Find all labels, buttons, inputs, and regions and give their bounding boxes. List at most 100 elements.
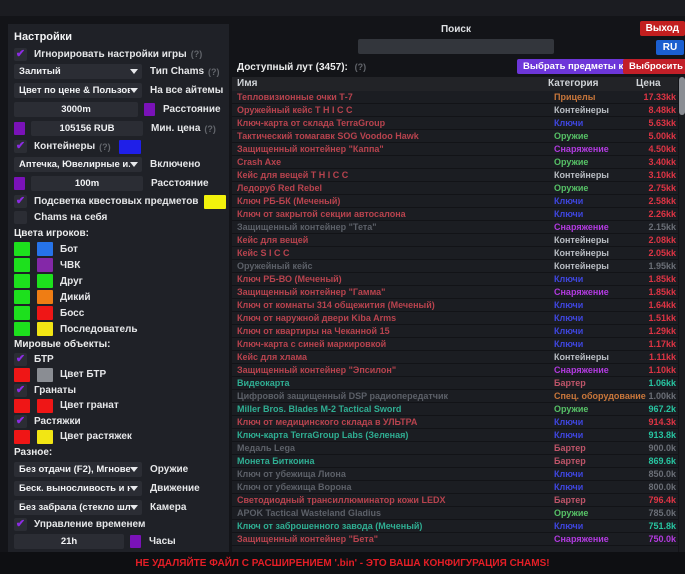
table-row[interactable]: Ключ от закрытой секции автосалона Ключи…	[232, 208, 678, 221]
world-checkbox-row[interactable]: БТР	[14, 352, 223, 366]
table-row[interactable]: Crash Axe Оружие 3.40kk	[232, 156, 678, 169]
color-swatch[interactable]	[14, 368, 30, 382]
table-row[interactable]: Ключ от убежища Лиона Ключи 850.0k	[232, 468, 678, 481]
table-row[interactable]: Монета Биткоина Бартер 869.6k	[232, 455, 678, 468]
table-row[interactable]: Ключ-карта с синей маркировкой Ключи 1.1…	[232, 338, 678, 351]
min-price-input[interactable]	[31, 121, 143, 136]
color-swatch[interactable]	[130, 535, 141, 548]
color-swatch[interactable]	[14, 177, 25, 190]
color-swatch[interactable]	[37, 274, 53, 288]
table-row[interactable]: Защищенный контейнер "Тета" Снаряжение 2…	[232, 221, 678, 234]
color-swatch[interactable]	[14, 306, 30, 320]
distance-input[interactable]	[14, 102, 138, 117]
drop-all-button[interactable]: Выбросить все	[623, 59, 685, 74]
color-swatch[interactable]	[119, 140, 141, 154]
table-scrollbar[interactable]	[679, 77, 685, 552]
color-swatch[interactable]	[14, 274, 30, 288]
checkbox[interactable]	[14, 384, 27, 397]
table-row[interactable]: Защищенный контейнер "Каппа" Снаряжение …	[232, 143, 678, 156]
color-swatch[interactable]	[37, 306, 53, 320]
table-row[interactable]: Оружейный кейс Контейнеры 1.95kk	[232, 260, 678, 273]
apply-mode-select[interactable]: Цвет по цене & Пользователь	[14, 83, 142, 98]
color-swatch[interactable]	[14, 430, 30, 444]
color-swatch[interactable]	[14, 399, 30, 413]
item-category: Оружие	[554, 507, 642, 519]
column-header-category[interactable]: Категория	[548, 77, 636, 91]
color-swatch[interactable]	[14, 122, 25, 135]
world-checkbox-row[interactable]: Растяжки	[14, 414, 223, 428]
table-row[interactable]: Цифровой защищенный DSP радиопередатчик …	[232, 390, 678, 403]
table-row[interactable]: Защищенный контейнер "Гамма" Снаряжение …	[232, 286, 678, 299]
color-swatch[interactable]	[14, 242, 30, 256]
table-row[interactable]: Ключ от комнаты 314 общежития (Меченый) …	[232, 299, 678, 312]
color-swatch[interactable]	[37, 430, 53, 444]
table-row[interactable]: Ключ от заброшенного завода (Меченый) Кл…	[232, 520, 678, 533]
search-input[interactable]	[358, 39, 554, 54]
world-checkbox-row[interactable]: Гранаты	[14, 383, 223, 397]
containers-filter-select[interactable]: Аптечка, Ювелирные и...	[14, 157, 142, 172]
color-swatch[interactable]	[37, 258, 53, 272]
table-row[interactable]: Видеокарта Бартер 1.06kk	[232, 377, 678, 390]
table-row[interactable]: Кейс для вещей T H I C C Контейнеры 3.10…	[232, 169, 678, 182]
table-row[interactable]: Ключ РБ-ВО (Меченый) Ключи 1.85kk	[232, 273, 678, 286]
quest-highlight-row[interactable]: Подсветка квестовых предметов	[14, 193, 223, 210]
scrollbar-thumb[interactable]	[679, 77, 685, 115]
help-hint[interactable]: (?)	[355, 62, 367, 72]
table-row[interactable]: Светодиодный трансиллюминатор кожи LEDX …	[232, 494, 678, 507]
table-row[interactable]: Защищенный контейнер "Бета" Снаряжение 7…	[232, 533, 678, 546]
table-row[interactable]: Ключ-карта от склада TerraGroup Ключи 5.…	[232, 117, 678, 130]
help-hint[interactable]: (?)	[208, 67, 220, 77]
help-hint[interactable]: (?)	[99, 142, 111, 152]
movement-select[interactable]: Беск. выносливость и нет уста	[14, 481, 142, 496]
checkbox[interactable]	[14, 48, 27, 61]
color-swatch[interactable]	[37, 368, 53, 382]
color-swatch[interactable]	[37, 322, 53, 336]
column-header-name[interactable]: Имя	[232, 77, 548, 91]
table-row[interactable]: Медаль Lega Бартер 900.0k	[232, 442, 678, 455]
color-swatch[interactable]	[37, 399, 53, 413]
table-row[interactable]: APOK Tactical Wasteland Gladius Оружие 7…	[232, 507, 678, 520]
table-row[interactable]: Ледоруб Red Rebel Оружие 2.75kk	[232, 182, 678, 195]
table-row[interactable]: Ключ РБ-БК (Меченый) Ключи 2.58kk	[232, 195, 678, 208]
table-row[interactable]: Кейс для хлама Контейнеры 1.11kk	[232, 351, 678, 364]
checkbox[interactable]	[14, 518, 27, 531]
color-swatch[interactable]	[144, 103, 155, 116]
table-row[interactable]: Защищенный контейнер "Эпсилон" Снаряжени…	[232, 364, 678, 377]
ignore-game-settings-row[interactable]: Игнорировать настройки игры (?)	[14, 46, 223, 62]
language-button[interactable]: RU	[656, 40, 684, 55]
color-swatch[interactable]	[14, 322, 30, 336]
exit-button[interactable]: Выход	[640, 21, 685, 36]
table-row[interactable]: Кейс для вещей Контейнеры 2.08kk	[232, 234, 678, 247]
time-control-row[interactable]: Управление временем	[14, 517, 223, 532]
table-row[interactable]: Ключ от квартиры на Чеканной 15 Ключи 1.…	[232, 325, 678, 338]
checkbox[interactable]	[14, 195, 27, 208]
table-row[interactable]: Тепловизионные очки Т-7 Прицелы 17.33kk	[232, 91, 678, 104]
column-header-price[interactable]: Цена	[636, 77, 678, 91]
table-row[interactable]: Miller Bros. Blades M-2 Tactical Sword О…	[232, 403, 678, 416]
color-swatch[interactable]	[14, 290, 30, 304]
color-swatch[interactable]	[37, 242, 53, 256]
checkbox[interactable]	[14, 415, 27, 428]
checkbox[interactable]	[14, 140, 27, 153]
table-row[interactable]: Ключ от убежища Ворона Ключи 800.0k	[232, 481, 678, 494]
camera-select[interactable]: Без забрала (стекло шлема)	[14, 500, 142, 515]
help-hint[interactable]: (?)	[191, 49, 203, 59]
containers-distance-input[interactable]	[31, 176, 143, 191]
color-swatch[interactable]	[204, 195, 226, 209]
color-swatch[interactable]	[37, 290, 53, 304]
table-row[interactable]: Тактический томагавк SOG Voodoo Hawk Ору…	[232, 130, 678, 143]
table-row[interactable]: Ключ от медицинского склада в УЛЬТРА Клю…	[232, 416, 678, 429]
chams-self-row[interactable]: Chams на себя	[14, 210, 223, 225]
table-row[interactable]: Ключ от наружной двери Kiba Arms Ключи 1…	[232, 312, 678, 325]
checkbox[interactable]	[14, 353, 27, 366]
containers-row[interactable]: Контейнеры (?)	[14, 138, 223, 155]
checkbox[interactable]	[14, 211, 27, 224]
hours-input[interactable]	[14, 534, 124, 549]
table-row[interactable]: Кейс S I C C Контейнеры 2.05kk	[232, 247, 678, 260]
color-swatch[interactable]	[14, 258, 30, 272]
chams-type-select[interactable]: Залитый	[14, 64, 142, 79]
weapon-select[interactable]: Без отдачи (F2), Мгновенное п	[14, 462, 142, 477]
help-hint[interactable]: (?)	[204, 124, 216, 134]
table-row[interactable]: Оружейный кейс T H I C C Контейнеры 8.48…	[232, 104, 678, 117]
table-row[interactable]: Ключ-карта TerraGroup Labs (Зеленая) Клю…	[232, 429, 678, 442]
